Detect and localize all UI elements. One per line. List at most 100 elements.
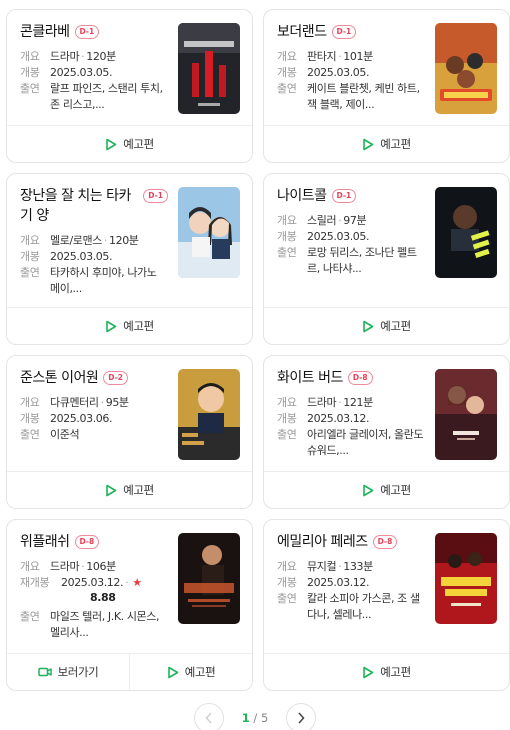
movie-info[interactable]: 준스톤 이어원 D-2 개요 다큐멘터리 · 95분 개봉 2025.03.06. 출연…: [7, 356, 252, 471]
genre-value: 드라마: [50, 50, 80, 63]
movie-card: 보더랜드 D-1 개요 판타지 · 101분 개봉 2025.03.05. 출연 케이트 …: [263, 9, 510, 163]
movie-meta: 개요 드라마 · 121분 개봉 2025.03.12. 출연 아리엘라 글레이저, 올란…: [277, 396, 424, 457]
video-camera-icon: [37, 666, 52, 678]
movie-card: 에밀리아 페레즈 D-8 개요 뮤지컬 · 133분 개봉 2025.03.12. 출연…: [263, 519, 510, 691]
cast-value: 칼라 소피아 가스콘, 조 샐다나, 셀레나...: [307, 592, 420, 621]
cast-label: 출연: [277, 428, 297, 441]
next-page-button[interactable]: [286, 703, 317, 730]
release-label: 개봉: [20, 66, 40, 79]
movie-info[interactable]: 위플래쉬 D-8 개요 드라마 · 106분 재개봉 2025.03.12. · ★ 8.8…: [7, 520, 252, 653]
cast-value: 랄프 파인즈, 스탠리 투치, 존 리스고,...: [50, 82, 163, 111]
dday-badge: D-1: [331, 25, 357, 39]
movie-info[interactable]: 에밀리아 페레즈 D-8 개요 뮤지컬 · 133분 개봉 2025.03.12. 출연…: [264, 520, 509, 653]
cast-label: 출연: [277, 592, 297, 605]
movie-card: 나이트콜 D-1 개요 스릴러 · 97분 개봉 2025.03.05. 출연 로망 뒤리…: [263, 173, 510, 345]
movie-info[interactable]: 보더랜드 D-1 개요 판타지 · 101분 개봉 2025.03.05. 출연 케이트 …: [264, 10, 509, 125]
release-label: 재개봉: [20, 576, 50, 589]
release-label: 개봉: [20, 412, 40, 425]
movie-poster[interactable]: [178, 23, 240, 114]
movie-info[interactable]: 콘클라베 D-1 개요 드라마 · 120분 개봉 2025.03.05. 출연 랄프 파…: [7, 10, 252, 125]
runtime-value: 97분: [343, 214, 367, 227]
watch-label: 보러가기: [57, 665, 99, 679]
movie-info[interactable]: 화이트 버드 D-8 개요 드라마 · 121분 개봉 2025.03.12. 출연 아리…: [264, 356, 509, 471]
trailer-label: 예고편: [380, 137, 411, 151]
movie-meta: 개요 멜로/로맨스 · 120분 개봉 2025.03.05. 출연 타카하시 후미야, …: [20, 233, 168, 297]
dday-badge: D-2: [103, 371, 128, 385]
trailer-button[interactable]: 예고편: [264, 308, 509, 344]
dday-badge: D-1: [74, 25, 100, 39]
movie-poster[interactable]: [435, 369, 497, 460]
trailer-button[interactable]: 예고편: [7, 126, 252, 162]
chevron-left-icon: [205, 709, 213, 728]
dday-badge: D-8: [372, 535, 398, 549]
movie-title[interactable]: 준스톤 이어원: [20, 368, 99, 388]
movie-poster[interactable]: [435, 187, 497, 278]
movie-card: 화이트 버드 D-8 개요 드라마 · 121분 개봉 2025.03.12. 출연 아리…: [263, 355, 510, 509]
trailer-button[interactable]: 예고편: [129, 654, 252, 690]
movie-card: 준스톤 이어원 D-2 개요 다큐멘터리 · 95분 개봉 2025.03.06. 출연…: [6, 355, 253, 509]
genre-label: 개요: [20, 396, 40, 409]
dday-badge: D-1: [143, 189, 168, 203]
trailer-button[interactable]: 예고편: [264, 472, 509, 508]
release-label: 개봉: [277, 230, 297, 243]
genre-value: 다큐멘터리: [50, 396, 99, 409]
genre-label: 개요: [277, 560, 297, 573]
trailer-label: 예고편: [380, 483, 411, 497]
play-icon: [362, 484, 374, 497]
cast-label: 출연: [20, 610, 40, 623]
cast-label: 출연: [277, 82, 297, 95]
genre-label: 개요: [277, 50, 297, 63]
trailer-button[interactable]: 예고편: [7, 308, 252, 344]
genre-value: 드라마: [50, 560, 80, 573]
trailer-label: 예고편: [380, 665, 411, 679]
movie-title[interactable]: 화이트 버드: [277, 368, 343, 388]
runtime-value: 95분: [105, 396, 129, 409]
cast-value: 아리엘라 글레이저, 올란도 슈워드,...: [307, 428, 424, 457]
movie-poster[interactable]: [435, 533, 497, 624]
pagination: 1 / 5: [0, 703, 510, 730]
dday-badge: D-8: [74, 535, 100, 549]
movie-title[interactable]: 콘클라베: [20, 22, 70, 42]
movie-title[interactable]: 에밀리아 페레즈: [277, 532, 368, 552]
play-icon: [105, 320, 117, 333]
movie-poster[interactable]: [178, 533, 240, 624]
page-separator: /: [253, 711, 258, 725]
movie-poster[interactable]: [178, 187, 240, 278]
prev-page-button[interactable]: [193, 703, 224, 730]
release-label: 개봉: [20, 250, 40, 263]
play-icon: [105, 138, 117, 151]
cast-label: 출연: [277, 246, 297, 259]
cast-value: 타카하시 후미야, 나가노 메이,...: [50, 266, 157, 295]
trailer-label: 예고편: [380, 319, 411, 333]
trailer-button[interactable]: 예고편: [264, 126, 509, 162]
total-pages: 5: [260, 711, 269, 725]
movie-title[interactable]: 보더랜드: [277, 22, 327, 42]
movie-poster[interactable]: [178, 369, 240, 460]
chevron-right-icon: [297, 709, 305, 728]
movie-info[interactable]: 나이트콜 D-1 개요 스릴러 · 97분 개봉 2025.03.05. 출연 로망 뒤리…: [264, 174, 509, 307]
trailer-label: 예고편: [123, 137, 154, 151]
movie-info[interactable]: 장난을 잘 치는 타카기 양 D-1 개요 멜로/로맨스 · 120분 개봉 2025.…: [7, 174, 252, 307]
movie-poster[interactable]: [435, 23, 497, 114]
movie-meta: 개요 뮤지컬 · 133분 개봉 2025.03.12. 출연 칼라 소피아 가스콘, 조…: [277, 559, 425, 623]
release-date: 2025.03.05.: [307, 230, 370, 243]
release-label: 개봉: [277, 412, 297, 425]
genre-label: 개요: [20, 560, 40, 573]
cast-value: 마일즈 텔러, J.K. 시몬스, 멜리사...: [50, 610, 160, 639]
movie-title[interactable]: 위플래쉬: [20, 532, 70, 552]
movie-card: 콘클라베 D-1 개요 드라마 · 120분 개봉 2025.03.05. 출연 랄프 파…: [6, 9, 253, 163]
trailer-button[interactable]: 예고편: [7, 472, 252, 508]
genre-label: 개요: [277, 214, 297, 227]
release-date: 2025.03.05.: [50, 250, 113, 263]
movie-title[interactable]: 장난을 잘 치는 타카기 양: [20, 186, 138, 226]
runtime-value: 106분: [86, 560, 116, 573]
cast-label: 출연: [20, 82, 40, 95]
movie-meta: 개요 다큐멘터리 · 95분 개봉 2025.03.06. 출연 이준석: [20, 396, 129, 441]
genre-value: 드라마: [307, 396, 337, 409]
runtime-value: 120분: [109, 234, 139, 247]
movie-title[interactable]: 나이트콜: [277, 186, 327, 206]
genre-label: 개요: [20, 234, 40, 247]
trailer-button[interactable]: 예고편: [264, 654, 509, 690]
watch-button[interactable]: 보러가기: [7, 654, 129, 690]
movie-card: 위플래쉬 D-8 개요 드라마 · 106분 재개봉 2025.03.12. · ★ 8.8…: [6, 519, 253, 691]
